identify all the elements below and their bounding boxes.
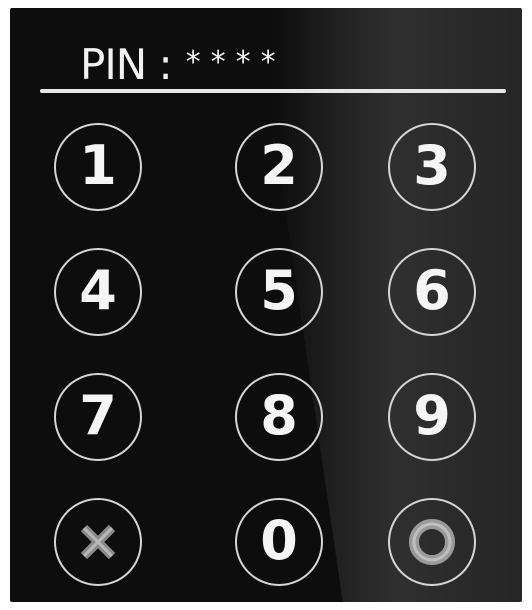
pin-display: PIN : **** [80, 34, 286, 94]
key-3-label: 3 [413, 134, 451, 197]
key-5-label: 5 [260, 259, 298, 322]
circle-o-icon [409, 519, 455, 565]
key-1[interactable]: 1 [54, 123, 142, 211]
key-4-label: 4 [79, 259, 117, 322]
key-3[interactable]: 3 [388, 123, 476, 211]
key-7-label: 7 [79, 384, 117, 447]
key-8-label: 8 [260, 384, 298, 447]
pin-masked-value: **** [185, 44, 286, 80]
key-8[interactable]: 8 [235, 373, 323, 461]
pin-pad-panel: PIN : **** 1 2 3 4 5 6 7 8 9 0 [10, 8, 522, 602]
cancel-button[interactable] [54, 498, 142, 586]
confirm-button[interactable] [388, 498, 476, 586]
key-2-label: 2 [260, 134, 298, 197]
x-icon [80, 524, 116, 560]
key-1-label: 1 [79, 134, 117, 197]
key-2[interactable]: 2 [235, 123, 323, 211]
key-6[interactable]: 6 [388, 248, 476, 336]
screen: PIN : **** 1 2 3 4 5 6 7 8 9 0 [0, 0, 532, 610]
pin-divider [40, 89, 506, 93]
key-0-label: 0 [260, 509, 298, 572]
key-4[interactable]: 4 [54, 248, 142, 336]
pin-label: PIN : [80, 39, 173, 89]
key-9[interactable]: 9 [388, 373, 476, 461]
key-5[interactable]: 5 [235, 248, 323, 336]
key-6-label: 6 [413, 259, 451, 322]
key-0[interactable]: 0 [235, 498, 323, 586]
key-9-label: 9 [413, 384, 451, 447]
key-7[interactable]: 7 [54, 373, 142, 461]
